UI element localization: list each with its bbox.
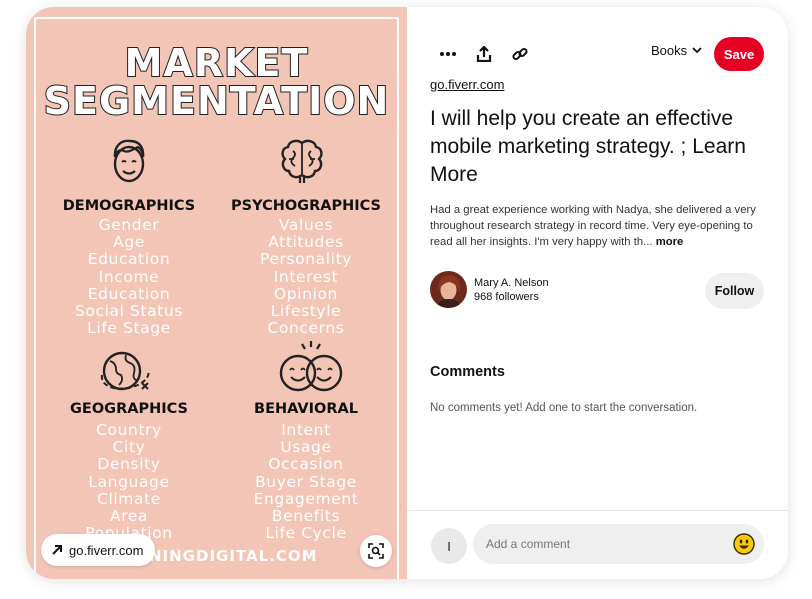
list-item: Values	[278, 216, 334, 234]
save-button[interactable]: Save	[714, 37, 764, 71]
pin-title: I will help you create an effective mobi…	[430, 107, 746, 186]
share-button[interactable]	[471, 41, 497, 67]
list-item: Climate	[97, 489, 161, 508]
chevron-down-icon	[692, 47, 702, 54]
pin-description: Had a great experience working with Nady…	[430, 202, 765, 250]
list-item: Engagement	[253, 489, 359, 508]
pin-card: MARKET SEGMENTATION DEMOGRAPHICS Gender …	[26, 7, 788, 579]
list-item: Density	[97, 455, 161, 474]
more-dots-icon	[440, 52, 456, 56]
list-item: Lifestyle	[270, 302, 342, 321]
avatar[interactable]	[430, 271, 467, 308]
follower-count: 968 followers	[474, 291, 539, 303]
quadrant-list: Intent Usage Occasion Buyer Stage Engage…	[231, 421, 381, 543]
current-user-avatar[interactable]: I	[431, 528, 467, 564]
follow-button[interactable]: Follow	[705, 273, 764, 309]
list-item: City	[112, 438, 146, 457]
list-item: Age	[113, 233, 145, 252]
list-item: Concerns	[267, 319, 345, 338]
arrow-up-right-icon	[52, 545, 62, 555]
comments-heading: Comments	[430, 364, 505, 380]
more-link[interactable]: more	[656, 236, 684, 248]
list-item: Social Status	[74, 302, 184, 321]
list-item: Personality	[259, 250, 353, 269]
quadrant-heading: PSYCHOGRAPHICS	[231, 198, 381, 214]
quadrant-list: Values Attitudes Personality Interest Op…	[231, 216, 381, 338]
source-link[interactable]: go.fiverr.com	[430, 77, 504, 92]
list-item: Attitudes	[268, 233, 344, 252]
list-item: Education	[87, 250, 171, 269]
board-select[interactable]: Books	[651, 43, 702, 58]
copy-link-button[interactable]	[507, 41, 533, 67]
happy-faces-icon	[279, 341, 343, 392]
source-chip[interactable]: go.fiverr.com	[41, 534, 156, 566]
list-item: Country	[96, 421, 162, 439]
source-chip-label: go.fiverr.com	[69, 542, 144, 558]
no-comments-message: No comments yet! Add one to start the co…	[430, 402, 698, 414]
pin-image[interactable]: MARKET SEGMENTATION DEMOGRAPHICS Gender …	[26, 7, 407, 579]
list-item: Interest	[273, 267, 339, 286]
quadrant-heading: GEOGRAPHICS	[70, 401, 188, 417]
brain-icon	[281, 139, 323, 183]
list-item: Language	[88, 472, 170, 491]
pin-description-text: Had a great experience working with Nady…	[430, 204, 756, 248]
divider	[407, 510, 788, 511]
list-item: Education	[87, 284, 171, 303]
list-item: Life Cycle	[265, 524, 347, 543]
list-item: Area	[109, 507, 149, 526]
avatar-image	[430, 271, 467, 308]
emoji-icon[interactable]	[733, 533, 755, 555]
list-item: Benefits	[271, 507, 341, 526]
list-item: Intent	[281, 421, 331, 439]
quadrant-list: Gender Age Education Income Education So…	[54, 216, 204, 338]
comment-input[interactable]	[473, 524, 764, 564]
list-item: Occasion	[268, 455, 344, 474]
image-title-line2: SEGMENTATION	[43, 78, 390, 124]
list-item: Opinion	[274, 284, 338, 303]
more-options-button[interactable]	[435, 41, 461, 67]
pin-details: Books Save go.fiverr.com I will help you…	[407, 7, 788, 579]
face-icon	[113, 139, 145, 183]
board-select-label: Books	[651, 43, 688, 58]
list-item: Gender	[98, 216, 160, 234]
list-item: Life Stage	[87, 319, 171, 338]
globe-icon	[100, 351, 150, 391]
quadrant-list: Country City Density Language Climate Ar…	[54, 421, 204, 542]
lens-search-icon	[368, 543, 384, 559]
list-item: Income	[98, 267, 160, 286]
author-name[interactable]: Mary A. Nelson	[474, 277, 549, 289]
quadrant-heading: BEHAVIORAL	[254, 401, 358, 417]
list-item: Buyer Stage	[255, 472, 357, 491]
visual-search-button[interactable]	[360, 535, 392, 567]
quadrant-heading: DEMOGRAPHICS	[62, 198, 196, 214]
share-icon	[476, 46, 492, 62]
list-item: Usage	[280, 438, 332, 457]
link-icon	[512, 47, 528, 61]
